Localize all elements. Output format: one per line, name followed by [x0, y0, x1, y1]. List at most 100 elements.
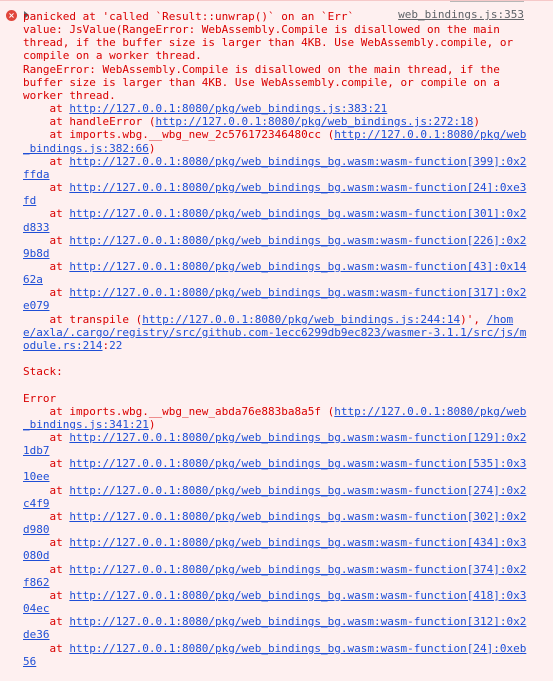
message-line: worker thread.: [23, 89, 527, 102]
message-text: at: [23, 588, 70, 602]
stack-link[interactable]: d980: [23, 523, 50, 536]
message-line: at transpile (http://127.0.0.1:8080/pkg/…: [23, 313, 527, 326]
message-line: at http://127.0.0.1:8080/pkg/web_binding…: [23, 260, 527, 273]
message-line: fd: [23, 194, 527, 207]
message-text: buffer size is larger than 4KB. Use WebA…: [23, 75, 500, 89]
message-line: [23, 352, 527, 365]
message-line: at http://127.0.0.1:8080/pkg/web_binding…: [23, 286, 527, 299]
stack-link[interactable]: http://127.0.0.1:8080/pkg/web_bindings_b…: [69, 589, 526, 602]
message-text: at: [23, 562, 70, 576]
stack-link[interactable]: http://127.0.0.1:8080/pkg/web_bindings_b…: [69, 457, 526, 470]
stack-link[interactable]: http://127.0.0.1:8080/pkg/web_bindings_b…: [69, 181, 526, 194]
stack-link[interactable]: http://127.0.0.1:8080/pkg/web_bindings_b…: [69, 484, 526, 497]
stack-link[interactable]: fd: [23, 194, 36, 207]
stack-link[interactable]: e/axla/.cargo/registry/src/github.com-1e…: [23, 326, 526, 339]
message-line: 56: [23, 655, 527, 668]
stack-link[interactable]: http://127.0.0.1:8080/pkg/web_bindings_b…: [69, 536, 526, 549]
stack-link[interactable]: de36: [23, 628, 50, 641]
stack-link[interactable]: http://127.0.0.1:8080/pkg/web_bindings_b…: [69, 563, 526, 576]
message-line: at handleError (http://127.0.0.1:8080/pk…: [23, 115, 527, 128]
message-line: _bindings.js:382:66): [23, 142, 527, 155]
stack-link[interactable]: 04ec: [23, 602, 50, 615]
message-line: at http://127.0.0.1:8080/pkg/web_binding…: [23, 563, 527, 576]
message-text: ): [148, 141, 156, 155]
stack-link[interactable]: 9b8d: [23, 247, 50, 260]
message-text: at: [23, 181, 70, 195]
stack-link[interactable]: c4f9: [23, 497, 50, 510]
stack-link[interactable]: odule.rs:214: [23, 339, 102, 352]
message-line: at http://127.0.0.1:8080/pkg/web_binding…: [23, 431, 527, 444]
message-text: at: [23, 154, 70, 168]
message-line: at imports.wbg.__wbg_new_2c576172346480c…: [23, 128, 527, 141]
message-line: [23, 378, 527, 391]
console-error-message: × web_bindings.js:353 panicked at 'calle…: [0, 0, 553, 681]
message-text: at: [23, 233, 70, 247]
stack-link[interactable]: 62a: [23, 273, 43, 286]
message-line: 9b8d: [23, 247, 527, 260]
error-circle-icon: ×: [6, 10, 17, 21]
message-line: at http://127.0.0.1:8080/pkg/web_binding…: [23, 484, 527, 497]
message-line: ffda: [23, 168, 527, 181]
error-message-text: panicked at 'called `Result::unwrap()` o…: [23, 10, 527, 668]
stack-link[interactable]: e079: [23, 299, 50, 312]
stack-link[interactable]: 56: [23, 655, 36, 668]
stack-link[interactable]: http://127.0.0.1:8080/pkg/web: [334, 405, 526, 418]
stack-link[interactable]: /hom: [487, 313, 514, 326]
stack-link[interactable]: http://127.0.0.1:8080/pkg/web_bindings_b…: [69, 642, 526, 655]
stack-link[interactable]: http://127.0.0.1:8080/pkg/web_bindings_b…: [69, 615, 526, 628]
stack-link[interactable]: 10ee: [23, 470, 50, 483]
message-line: at http://127.0.0.1:8080/pkg/web_binding…: [23, 589, 527, 602]
message-line: buffer size is larger than 4KB. Use WebA…: [23, 76, 527, 89]
message-text: at: [23, 457, 70, 471]
message-text: at: [23, 483, 70, 497]
stack-link[interactable]: http://127.0.0.1:8080/pkg/web_bindings_b…: [69, 431, 526, 444]
stack-link[interactable]: http://127.0.0.1:8080/pkg/web_bindings_b…: [69, 286, 526, 299]
message-line: e/axla/.cargo/registry/src/github.com-1e…: [23, 326, 527, 339]
stack-link[interactable]: d833: [23, 221, 50, 234]
message-line: at http://127.0.0.1:8080/pkg/web_binding…: [23, 510, 527, 523]
message-line: d980: [23, 523, 527, 536]
message-text: at: [23, 641, 70, 655]
stack-link[interactable]: 1db7: [23, 444, 50, 457]
stack-link[interactable]: _bindings.js:341:21: [23, 418, 149, 431]
message-text: panicked at 'called `Result::unwrap()` o…: [23, 10, 355, 23]
stack-link[interactable]: ffda: [23, 168, 50, 181]
stack-link[interactable]: _bindings.js:382:66: [23, 142, 149, 155]
message-text: at: [23, 259, 70, 273]
message-line: c4f9: [23, 497, 527, 510]
message-line: at http://127.0.0.1:8080/pkg/web_binding…: [23, 615, 527, 628]
message-text: at: [23, 509, 70, 523]
stack-link[interactable]: http://127.0.0.1:8080/pkg/web_bindings.j…: [155, 115, 473, 128]
stack-link[interactable]: http://127.0.0.1:8080/pkg/web_bindings_b…: [69, 260, 526, 273]
line-number: 22: [109, 338, 123, 352]
message-text: ): [148, 417, 156, 431]
message-line: 62a: [23, 273, 527, 286]
message-text: compile on a worker thread.: [23, 49, 202, 63]
message-text: value: JsValue(RangeError: WebAssembly.C…: [23, 23, 500, 37]
message-line: at imports.wbg.__wbg_new_abda76e883ba8a5…: [23, 405, 527, 418]
message-text: at: [23, 536, 70, 550]
message-line: thread, if the buffer size is larger tha…: [23, 36, 527, 49]
stack-link[interactable]: http://127.0.0.1:8080/pkg/web_bindings_b…: [69, 207, 526, 220]
stack-link[interactable]: http://127.0.0.1:8080/pkg/web_bindings_b…: [69, 234, 526, 247]
message-text: at imports.wbg.__wbg_new_2c576172346480c…: [23, 128, 335, 142]
message-line: de36: [23, 628, 527, 641]
message-line: at http://127.0.0.1:8080/pkg/web_binding…: [23, 181, 527, 194]
message-text: thread, if the buffer size is larger tha…: [23, 36, 514, 50]
message-line: Error: [23, 392, 527, 405]
stack-link[interactable]: http://127.0.0.1:8080/pkg/web_bindings.j…: [69, 102, 387, 115]
message-line: odule.rs:214:22: [23, 339, 527, 352]
stack-link[interactable]: f862: [23, 576, 50, 589]
stack-link[interactable]: http://127.0.0.1:8080/pkg/web_bindings_b…: [69, 510, 526, 523]
message-text: at: [23, 431, 70, 444]
stack-link[interactable]: 080d: [23, 549, 50, 562]
message-text: at transpile (: [23, 312, 143, 326]
stack-link[interactable]: http://127.0.0.1:8080/pkg/web_bindings.j…: [142, 313, 460, 326]
message-line: at http://127.0.0.1:8080/pkg/web_binding…: [23, 536, 527, 549]
stack-link[interactable]: http://127.0.0.1:8080/pkg/web_bindings_b…: [69, 155, 526, 168]
message-text: at: [23, 207, 70, 221]
message-text: ): [473, 115, 480, 129]
message-line: at http://127.0.0.1:8080/pkg/web_binding…: [23, 155, 527, 168]
stack-link[interactable]: http://127.0.0.1:8080/pkg/web: [334, 128, 526, 141]
message-text: )',: [460, 312, 487, 326]
